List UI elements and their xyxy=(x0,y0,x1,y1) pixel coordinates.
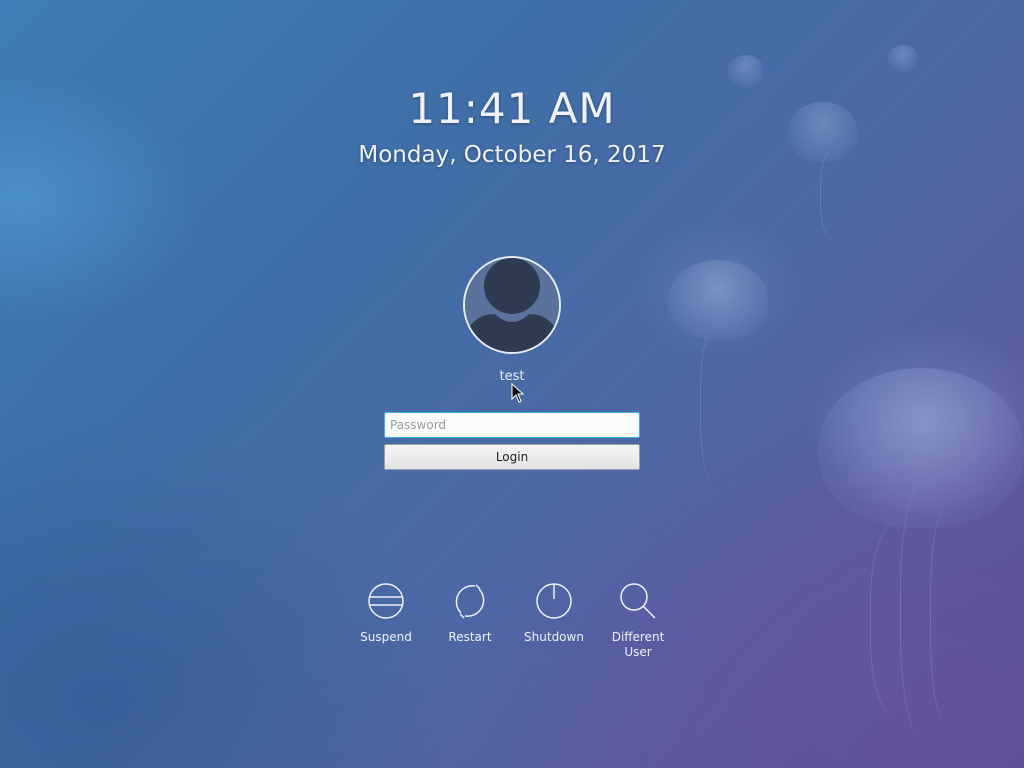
different-user-label: Different User xyxy=(611,630,665,659)
restart-button[interactable]: Restart xyxy=(430,582,510,645)
clock-date: Monday, October 16, 2017 xyxy=(358,142,666,168)
lock-screen: 11:41 AM Monday, October 16, 2017 test L… xyxy=(0,0,1024,768)
shutdown-icon xyxy=(536,583,572,619)
login-button[interactable]: Login xyxy=(384,444,640,470)
session-actions: Suspend Restart Shutdown Different User xyxy=(0,582,1024,672)
suspend-label: Suspend xyxy=(360,630,412,644)
mouse-cursor-icon xyxy=(511,383,525,403)
shutdown-label: Shutdown xyxy=(524,630,584,644)
clock-time: 11:41 AM xyxy=(408,84,616,133)
restart-label: Restart xyxy=(448,630,492,644)
password-input[interactable] xyxy=(384,412,640,438)
username-label[interactable]: test xyxy=(0,369,1024,384)
suspend-button[interactable]: Suspend xyxy=(346,582,426,645)
different-user-button[interactable]: Different User xyxy=(598,582,678,660)
user-silhouette-icon xyxy=(465,258,559,352)
shutdown-button[interactable]: Shutdown xyxy=(514,582,594,645)
suspend-icon xyxy=(368,583,404,619)
restart-icon xyxy=(455,584,485,619)
user-avatar[interactable] xyxy=(463,256,561,354)
search-icon xyxy=(620,583,656,619)
